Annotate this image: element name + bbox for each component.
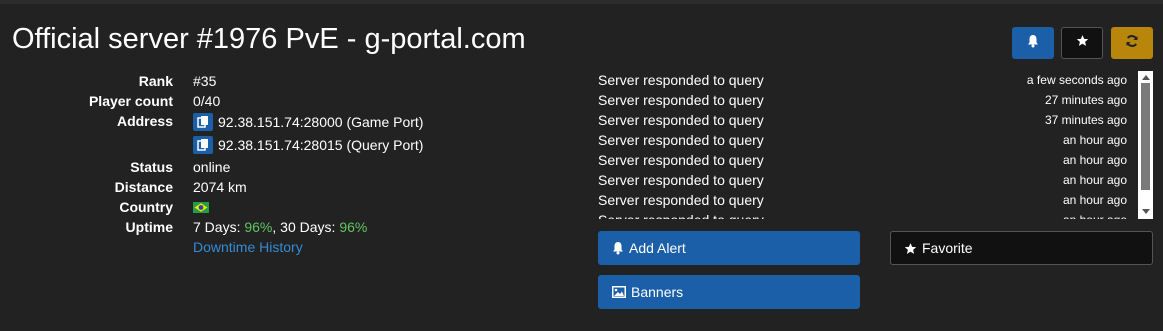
log-time: an hour ago <box>1062 193 1127 207</box>
log-time: 27 minutes ago <box>1044 93 1127 107</box>
copy-icon <box>197 139 208 152</box>
log-message: Server responded to query <box>598 152 764 168</box>
log-row: Server responded to query 37 minutes ago <box>597 111 1153 131</box>
page-title: Official server #1976 PvE - g-portal.com <box>12 23 526 55</box>
add-alert-label: Add Alert <box>629 240 686 256</box>
uptime-30-value: 96% <box>339 219 368 235</box>
status-value: online <box>193 159 231 175</box>
favorite-button[interactable] <box>1061 27 1103 59</box>
log-time: an hour ago <box>1063 211 1127 219</box>
address-query: 92.38.151.74:28015 (Query Port) <box>218 137 424 153</box>
log-row: Server responded to query 27 minutes ago <box>597 91 1153 111</box>
banners-button[interactable]: Banners <box>598 275 860 309</box>
scroll-down-arrow-icon[interactable] <box>1142 209 1150 214</box>
rank-value: #35 <box>193 73 217 89</box>
add-alert-button[interactable]: Add Alert <box>598 231 860 265</box>
country-label: Country <box>119 199 173 215</box>
log-row: Server responded to query an hour ago <box>597 211 1153 219</box>
bell-icon <box>612 241 624 255</box>
log-row: Server responded to query an hour ago <box>597 131 1153 151</box>
log-time: an hour ago <box>1062 153 1127 167</box>
uptime-label: Uptime <box>125 219 173 235</box>
copy-icon <box>197 116 208 129</box>
uptime-7-value: 96% <box>244 219 273 235</box>
log-row: Server responded to query a few seconds … <box>597 71 1153 91</box>
refresh-icon <box>1125 34 1139 53</box>
star-icon <box>1076 34 1089 52</box>
log-message: Server responded to query <box>598 172 764 188</box>
player-count-value: 0/40 <box>193 93 221 109</box>
log-message: Server responded to query <box>598 132 764 148</box>
uptime-7-prefix: 7 Days: <box>193 219 245 235</box>
log-time: a few seconds ago <box>1026 73 1127 87</box>
log-row: Server responded to query an hour ago <box>597 171 1153 191</box>
copy-query-address-button[interactable] <box>193 136 213 155</box>
log-message: Server responded to query <box>598 192 764 208</box>
address-game: 92.38.151.74:28000 (Game Port) <box>218 114 424 130</box>
downtime-history-link[interactable]: Downtime History <box>193 237 303 257</box>
log-time: an hour ago <box>1062 173 1127 187</box>
alert-button[interactable] <box>1012 27 1054 59</box>
distance-label: Distance <box>114 179 173 195</box>
uptime-separator: , 30 Days: <box>272 219 340 235</box>
banners-label: Banners <box>631 284 684 300</box>
refresh-button[interactable] <box>1111 27 1153 59</box>
log-time: 37 minutes ago <box>1044 113 1127 127</box>
log-message: Server responded to query <box>598 112 764 128</box>
distance-value: 2074 km <box>193 179 247 195</box>
star-icon <box>904 242 917 255</box>
log-row: Server responded to query an hour ago <box>597 191 1153 211</box>
log-time: an hour ago <box>1062 133 1127 147</box>
player-count-label: Player count <box>88 93 173 109</box>
query-log[interactable]: Server responded to query a few seconds … <box>597 71 1153 219</box>
bell-icon <box>1027 34 1039 53</box>
address-label: Address <box>116 113 173 129</box>
scroll-up-arrow-icon[interactable] <box>1142 75 1150 80</box>
log-message: Server responded to query <box>598 211 764 219</box>
scroll-thumb[interactable] <box>1141 83 1150 190</box>
copy-game-address-button[interactable] <box>193 113 213 132</box>
log-message: Server responded to query <box>598 92 764 108</box>
top-strip <box>0 0 1163 4</box>
rank-label: Rank <box>138 73 173 89</box>
log-message: Server responded to query <box>598 72 764 88</box>
favorite-action-button[interactable]: Favorite <box>890 231 1153 265</box>
image-icon <box>612 286 626 298</box>
log-scrollbar[interactable] <box>1138 71 1153 219</box>
log-row: Server responded to query an hour ago <box>597 151 1153 171</box>
favorite-label: Favorite <box>922 240 973 256</box>
brazil-flag-icon <box>193 198 209 218</box>
status-label: Status <box>130 159 173 175</box>
